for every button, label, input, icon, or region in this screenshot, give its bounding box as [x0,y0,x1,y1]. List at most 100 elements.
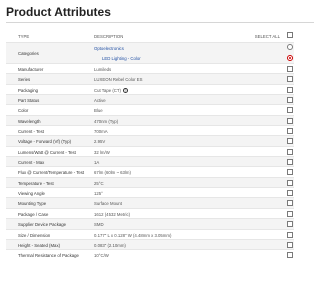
row-value-text: Blue [94,108,103,114]
row-value-text: SMD [94,222,104,228]
row-value-text: 700mA [94,129,108,135]
row-select-checkbox[interactable] [287,231,293,238]
row-value-text: Active [94,98,106,104]
row-value-text: 470nm (Typ) [94,118,119,124]
row-value-text: 32 lm/W [94,149,110,155]
row-select-checkbox[interactable] [287,210,293,217]
page-title: Product Attributes [6,5,111,19]
table-row: Series LUXEON Rebel Color ES [6,73,294,84]
category-radio-led-lighting-color[interactable] [287,55,293,61]
table-row: Current - Test 700mA [6,125,294,135]
row-value-text: 125° [94,191,103,197]
row-label: Series [18,77,31,83]
table-row: Temperature - Test 25°C [6,176,294,188]
row-label: Voltage - Forward (Vf) (Typ) [18,139,72,145]
row-select-checkbox[interactable] [287,241,293,248]
title-divider [6,22,314,23]
table-row: Size / Dimension 0.177" L x 0.128" W (4.4… [6,228,294,239]
row-value: 32 lm/W [94,150,110,155]
row-value: 25°C [94,181,104,186]
row-value: Surface Mount [94,201,122,206]
table-row: Package / Case 1612 (4532 Metric) [6,207,294,218]
row-value: LUXEON Rebel Color ES [94,77,142,82]
row-label: Color [18,108,29,114]
row-select-checkbox[interactable] [287,159,293,166]
row-value-text: 1A [94,160,100,166]
row-value: 0.083" (2.10mm) [94,243,126,248]
category-link-optoelectronics[interactable]: Optoelectronics [94,46,124,51]
table-row: Mounting Type Surface Mount [6,197,294,208]
table-row-categories: Categories Optoelectronics LED Lighting … [6,42,294,63]
category-radio-optoelectronics[interactable] [287,44,293,50]
column-type-header: TYPE [18,34,30,39]
row-value-text: LUXEON Rebel Color ES [94,77,143,83]
row-value-text: 10°C/W [94,253,109,259]
help-icon[interactable]: ? [122,88,128,94]
table-row: Viewing Angle 125° [6,187,294,197]
row-value: 125° [94,191,103,196]
row-value: 67lm (60lm ~ 63lm) [94,170,131,175]
row-value: Active [94,98,106,103]
row-select-checkbox[interactable] [287,86,293,93]
row-label: Packaging [18,87,39,93]
row-select-checkbox[interactable] [287,138,293,145]
row-label: Mounting Type [18,201,47,207]
row-value: Lumileds [94,67,111,72]
row-label: Current - Test [18,129,44,135]
table-row: Height - Seated (Max) 0.083" (2.10mm) [6,238,294,250]
table-row: Packaging Cut Tape (CT)? [6,83,294,94]
row-select-checkbox[interactable] [287,128,293,135]
row-value-text: 2.95V [94,139,106,145]
row-label: Current - Max [18,160,45,166]
table-row: Voltage - Forward (Vf) (Typ) 2.95V [6,135,294,146]
row-label: Part Status [18,98,40,104]
row-label: Wavelength [18,118,41,124]
row-select-checkbox[interactable] [287,76,293,83]
row-value: 2.95V [94,139,105,144]
row-value-text: 0.177" L x 0.128" W (4.48mm x 3.05mm) [94,232,172,238]
row-select-checkbox[interactable] [287,200,293,207]
row-label: Categories [18,51,39,56]
row-select-checkbox[interactable] [287,179,293,186]
row-value-text: Surface Mount [94,201,122,207]
row-value: SMD [94,222,104,227]
table-row: Current - Max 1A [6,156,294,167]
row-label: Height - Seated (Max) [18,242,61,248]
row-value: 0.177" L x 0.128" W (4.48mm x 3.05mm) [94,233,171,238]
table-row: Wavelength 470nm (Typ) [6,114,294,126]
row-label: Viewing Angle [18,191,45,197]
row-label: Manufacturer [18,67,44,72]
row-select-checkbox[interactable] [287,252,293,259]
row-label: Flux @ Current/Temperature - Test [18,170,85,176]
row-value-text: 67lm (60lm ~ 63lm) [94,170,131,176]
row-value: 1A [94,160,99,165]
row-select-checkbox[interactable] [287,169,293,176]
row-select-checkbox[interactable] [287,148,293,155]
table-row: Color Blue [6,104,294,114]
table-row: Manufacturer Lumileds [6,63,294,73]
row-value-text: 0.083" (2.10mm) [94,242,126,248]
row-select-checkbox[interactable] [287,97,293,104]
row-select-checkbox[interactable] [287,107,293,114]
row-label: Supplier Device Package [18,222,67,228]
select-all-label: SELECT ALL [254,34,280,39]
row-value: 10°C/W [94,253,109,258]
row-select-checkbox[interactable] [287,190,293,197]
row-select-checkbox[interactable] [287,66,293,72]
row-value-text: 1612 (4532 Metric) [94,211,131,217]
table-row: Flux @ Current/Temperature - Test 67lm (6… [6,166,294,176]
row-value: 470nm (Typ) [94,119,118,124]
row-label: Size / Dimension [18,232,51,238]
table-row: Part Status Active [6,94,294,105]
row-select-checkbox[interactable] [287,117,293,124]
row-value: Cut Tape (CT)? [94,88,128,94]
table-row: Lumens/Watt @ Current - Test 32 lm/W [6,145,294,156]
row-value-text: Lumileds [94,67,112,72]
select-all-checkbox[interactable] [287,32,293,38]
row-label: Package / Case [18,211,49,217]
category-link-led-lighting-color[interactable]: LED Lighting - Color [102,56,141,61]
column-description-header: DESCRIPTION [94,34,124,39]
row-label: Lumens/Watt @ Current - Test [18,149,76,155]
row-select-checkbox[interactable] [287,221,293,228]
row-value: Blue [94,108,103,113]
